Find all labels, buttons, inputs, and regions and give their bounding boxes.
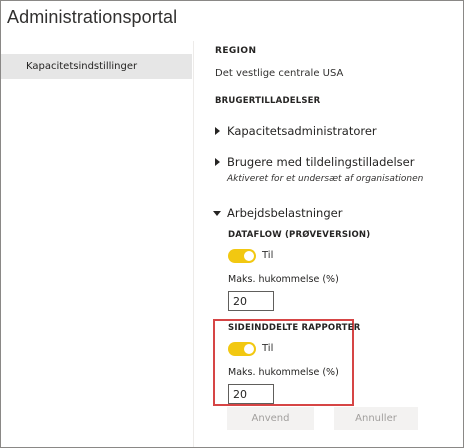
apply-button[interactable]: Anvend bbox=[227, 407, 314, 430]
dataflow-toggle-label: Til bbox=[262, 250, 274, 261]
permissions-heading: BRUGERTILLADELSER bbox=[215, 96, 321, 106]
toggle-knob bbox=[244, 251, 254, 261]
assignment-users-expander[interactable]: Brugere med tildelingstilladelser bbox=[215, 155, 435, 171]
capacity-admins-label: Kapacitetsadministratorer bbox=[227, 124, 377, 138]
chevron-right-icon bbox=[215, 158, 220, 166]
dataflow-memory-label: Maks. hukommelse (%) bbox=[228, 274, 339, 285]
admin-portal-window: Administrationsportal Kapacitetsindstill… bbox=[0, 0, 464, 448]
chevron-down-icon bbox=[213, 211, 221, 216]
paginated-reports-memory-input[interactable] bbox=[228, 384, 274, 404]
assignment-users-note: Aktiveret for et undersæt af organisatio… bbox=[227, 174, 424, 184]
chevron-right-icon bbox=[215, 127, 220, 135]
toggle-knob bbox=[244, 344, 254, 354]
paginated-reports-memory-label: Maks. hukommelse (%) bbox=[228, 367, 339, 378]
sidebar-item-label: Kapacitetsindstillinger bbox=[26, 61, 138, 72]
region-label: REGION bbox=[215, 46, 257, 56]
paginated-reports-toggle[interactable] bbox=[228, 342, 256, 356]
capacity-admins-expander[interactable]: Kapacitetsadministratorer bbox=[215, 124, 415, 140]
dataflow-heading: DATAFLOW (PRØVEVERSION) bbox=[228, 230, 371, 240]
dataflow-memory-input[interactable] bbox=[228, 291, 274, 311]
paginated-reports-heading: SIDEINDDELTE RAPPORTER bbox=[228, 323, 361, 333]
cancel-button[interactable]: Annuller bbox=[334, 407, 418, 430]
assignment-users-label: Brugere med tildelingstilladelser bbox=[227, 155, 415, 169]
dataflow-toggle[interactable] bbox=[228, 249, 256, 263]
workloads-label: Arbejdsbelastninger bbox=[227, 206, 343, 220]
app-title: Administrationsportal bbox=[7, 7, 178, 27]
sidebar-item-capacity-settings[interactable]: Kapacitetsindstillinger bbox=[1, 54, 192, 79]
workloads-expander[interactable]: Arbejdsbelastninger bbox=[213, 206, 413, 222]
sidebar: Kapacitetsindstillinger bbox=[1, 41, 194, 447]
capacity-settings-panel: REGION Det vestlige centrale USA BRUGERT… bbox=[194, 41, 463, 447]
region-value: Det vestlige centrale USA bbox=[215, 68, 344, 79]
paginated-reports-toggle-label: Til bbox=[262, 343, 274, 354]
